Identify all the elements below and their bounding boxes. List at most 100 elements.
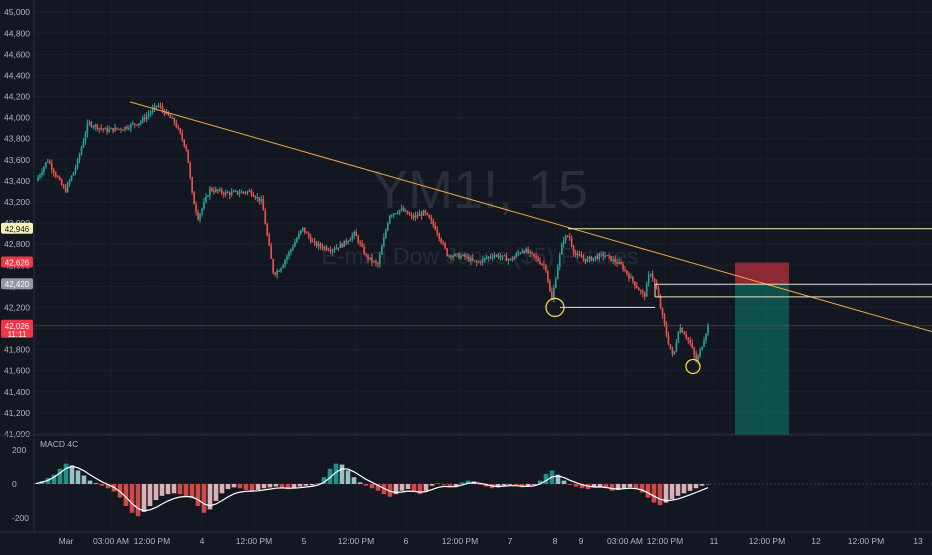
- macd-tick-label: 0: [12, 479, 17, 489]
- macd-bar: [249, 484, 255, 491]
- candle-body: [651, 273, 654, 279]
- candle-body: [479, 261, 482, 263]
- candle-body: [199, 214, 201, 220]
- macd-bar: [657, 484, 663, 506]
- candle-body: [72, 172, 75, 176]
- candle-body: [300, 230, 302, 234]
- candle-body: [209, 188, 211, 196]
- time-tick-label: 6: [404, 536, 409, 546]
- time-tick-label: 03:00 AM: [607, 536, 643, 546]
- candle-body: [345, 240, 348, 243]
- time-tick-label: 03:00 AM: [93, 536, 129, 546]
- macd-bar: [273, 484, 279, 487]
- candle-body: [365, 254, 367, 256]
- candle-body: [640, 290, 642, 292]
- candle-body: [547, 270, 549, 282]
- macd-bar: [243, 484, 249, 490]
- candle-body: [703, 340, 705, 347]
- macd-bar: [687, 484, 693, 491]
- time-tick-label: 8: [553, 536, 558, 546]
- candle-body: [262, 199, 265, 211]
- candle-body: [359, 242, 361, 244]
- macd-bar: [261, 484, 267, 489]
- time-tick-label: 12:00 PM: [749, 536, 785, 546]
- candle-body: [477, 261, 480, 263]
- candle-body: [470, 258, 472, 261]
- candle-body: [483, 258, 486, 260]
- price-tick-label: 41,200: [4, 408, 30, 418]
- macd-bar: [69, 465, 75, 484]
- macd-bar: [177, 484, 183, 495]
- macd-bar: [201, 484, 207, 513]
- candle-body: [509, 258, 512, 260]
- candle-body: [52, 169, 55, 173]
- price-tick-label: 41,800: [4, 345, 30, 355]
- candle-body: [493, 255, 496, 258]
- candle-body: [513, 257, 516, 260]
- take-profit-zone: [735, 284, 789, 435]
- candle-body: [584, 258, 587, 262]
- candle-body: [594, 256, 597, 258]
- candle-body: [416, 215, 419, 217]
- candle-body: [634, 281, 636, 286]
- candle-body: [606, 255, 608, 257]
- candle-body: [406, 210, 409, 215]
- macd-bar: [171, 484, 177, 494]
- candle-body: [598, 253, 601, 259]
- candle-body: [622, 264, 624, 270]
- price-tick-label: 42,200: [4, 302, 30, 312]
- candle-body: [402, 208, 405, 212]
- candle-body: [256, 197, 259, 199]
- price-tag-label: 42,626: [5, 259, 30, 268]
- candle-body: [217, 189, 219, 191]
- candle-body: [464, 254, 466, 257]
- candle-body: [155, 105, 158, 107]
- candle-body: [549, 281, 551, 292]
- candle-body: [412, 215, 415, 219]
- macd-bar: [213, 484, 219, 501]
- candle-body: [560, 244, 563, 255]
- candle-body: [45, 162, 47, 167]
- candle-body: [82, 141, 85, 148]
- macd-bar: [501, 484, 507, 486]
- candle-body: [396, 212, 399, 214]
- macd-bar: [423, 484, 429, 491]
- macd-bar: [573, 484, 579, 487]
- chart-canvas[interactable]: YM1!, 15 E-mini Dow Jones ($5) Futures 4…: [0, 0, 932, 550]
- macd-bar: [399, 484, 405, 491]
- candle-body: [432, 220, 435, 226]
- candle-body: [572, 246, 575, 254]
- candle-body: [118, 128, 120, 130]
- candle-body: [189, 162, 191, 178]
- candle-body: [201, 208, 203, 215]
- candle-body: [590, 256, 593, 261]
- candle-body: [60, 179, 63, 186]
- candle-body: [420, 213, 423, 216]
- macd-bar: [129, 484, 135, 513]
- candle-body: [179, 128, 182, 134]
- macd-bar: [597, 484, 603, 487]
- candle-body: [475, 261, 478, 263]
- candle-body: [159, 105, 162, 107]
- candle-body: [307, 233, 310, 237]
- candle-body: [444, 243, 446, 249]
- candle-body: [499, 256, 502, 258]
- candle-body: [280, 268, 282, 272]
- macd-bar: [651, 484, 657, 503]
- candle-body: [106, 128, 108, 132]
- candle-body: [681, 327, 684, 333]
- candle-body: [645, 283, 648, 297]
- macd-bar: [561, 480, 567, 484]
- candle-body: [543, 264, 545, 266]
- candle-body: [630, 276, 632, 279]
- candle-body: [132, 123, 134, 125]
- candle-body: [250, 190, 253, 195]
- candle-body: [219, 189, 221, 191]
- macd-bar: [627, 484, 633, 488]
- candle-body: [236, 190, 239, 194]
- candle-body: [321, 246, 324, 249]
- candle-body: [448, 255, 450, 257]
- candle-body: [527, 249, 529, 254]
- candle-body: [294, 242, 296, 247]
- candle-body: [260, 199, 263, 202]
